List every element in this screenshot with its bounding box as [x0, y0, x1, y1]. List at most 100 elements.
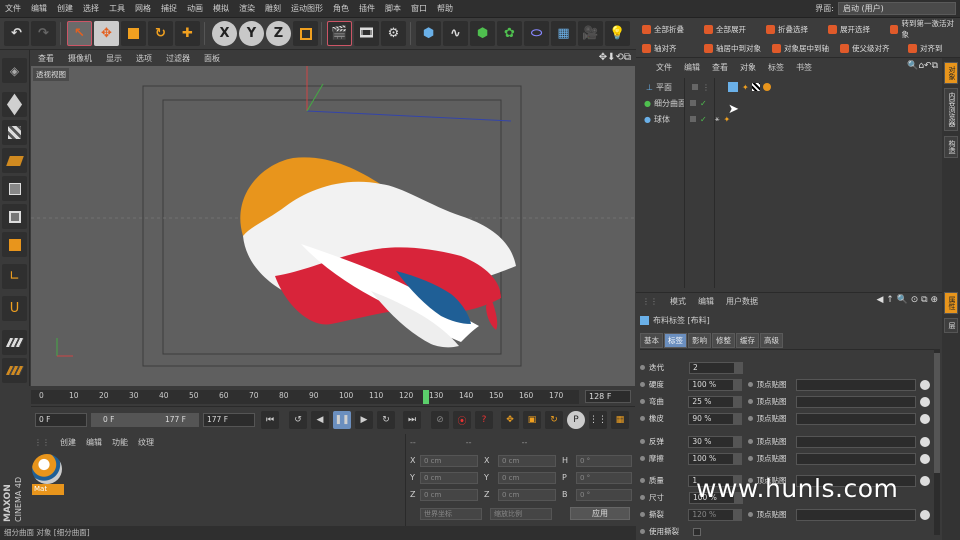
record-icon[interactable]: ⦿	[453, 411, 471, 429]
menu-simulate[interactable]: 模拟	[208, 3, 234, 14]
motion-clip-icon[interactable]: ▦	[611, 411, 629, 429]
cloner-icon[interactable]: ✿	[497, 21, 522, 46]
collapse-selected-button[interactable]: 折叠选择	[764, 21, 810, 37]
use-tear-checkbox[interactable]	[693, 527, 701, 536]
map-clear-icon[interactable]	[920, 413, 930, 424]
map-clear-icon[interactable]	[920, 379, 930, 390]
attr-nav-icons[interactable]: ◀ ↑ 🔍 ⊙ ⧉ ⊕	[877, 295, 938, 305]
spinner[interactable]	[733, 395, 742, 408]
material-swatch[interactable]: Mat	[32, 454, 64, 500]
cloth-tag-icon[interactable]	[727, 82, 738, 92]
vertex-map-link[interactable]	[795, 435, 917, 448]
spinner[interactable]	[733, 412, 742, 425]
select-tool-icon[interactable]: ↖	[67, 21, 92, 46]
redo-icon[interactable]: ↷	[31, 21, 56, 46]
vertex-map-link[interactable]	[795, 452, 917, 465]
apply-button[interactable]: 应用	[570, 507, 630, 520]
map-clear-icon[interactable]	[920, 475, 930, 486]
snap-icon[interactable]: U	[2, 296, 27, 321]
prev-keyframe-icon[interactable]: ↺	[289, 411, 307, 429]
cube-object-icon[interactable]: ⬢	[416, 21, 441, 46]
attr-scrollbar[interactable]	[934, 349, 940, 535]
anim-dot-icon[interactable]	[640, 416, 645, 421]
rubber-field[interactable]: 90 %	[688, 412, 734, 425]
key-scale-icon[interactable]: ▣	[523, 411, 541, 429]
record-disabled-icon[interactable]: ⊘	[431, 411, 449, 429]
anim-dot-icon[interactable]	[747, 456, 753, 461]
menu-file[interactable]: 文件	[0, 3, 26, 14]
layout-select[interactable]: 启动 (用户)	[838, 2, 956, 15]
render-view-icon[interactable]: 🎬	[327, 21, 352, 46]
spline-pen-icon[interactable]: ∿	[443, 21, 468, 46]
goto-first-active-button[interactable]: 转到第一激活对象	[888, 19, 960, 39]
map-clear-icon[interactable]	[920, 453, 930, 464]
subdivision-surface-icon[interactable]: ⬢	[470, 21, 495, 46]
vertex-map-link[interactable]	[795, 395, 917, 408]
auto-key-icon[interactable]: ?	[475, 411, 493, 429]
menu-mograph[interactable]: 运动图形	[286, 3, 328, 14]
coord-rot-h-field[interactable]: 0 °	[576, 454, 632, 467]
edges-mode-icon[interactable]	[2, 204, 27, 229]
flexion-field[interactable]: 25 %	[688, 395, 734, 408]
prev-frame-icon[interactable]: ◀	[311, 411, 329, 429]
viewport-menu-filter[interactable]: 过滤器	[159, 53, 197, 64]
viewport-menu-options[interactable]: 选项	[129, 53, 159, 64]
expand-selected-button[interactable]: 展开选择	[826, 21, 872, 37]
menu-mesh[interactable]: 网格	[130, 3, 156, 14]
material-menu-texture[interactable]: 纹理	[138, 437, 154, 448]
iterations-field[interactable]: 2	[689, 361, 735, 374]
map-clear-icon[interactable]	[920, 436, 930, 447]
coord-pos-z-field[interactable]: 0 cm	[420, 488, 478, 501]
anim-dot-icon[interactable]	[640, 439, 645, 444]
anim-dot-icon[interactable]	[747, 416, 753, 421]
enabled-check-icon[interactable]: ✓	[700, 99, 707, 108]
quantize-icon[interactable]	[2, 358, 27, 383]
vertex-map-link[interactable]	[795, 508, 917, 521]
anim-dot-icon[interactable]	[640, 365, 645, 370]
material-tag-icon[interactable]	[762, 83, 771, 91]
obj-menu-view[interactable]: 查看	[706, 62, 734, 73]
material-menu-function[interactable]: 功能	[112, 437, 128, 448]
model-mode-icon[interactable]	[2, 92, 27, 117]
obj-menu-file[interactable]: 文件	[650, 62, 678, 73]
attr-tab-advanced[interactable]: 高级	[760, 333, 783, 348]
tear-field[interactable]: 120 %	[688, 508, 734, 521]
parent-align-button[interactable]: 使父级对齐	[838, 40, 892, 56]
menu-select[interactable]: 选择	[78, 3, 104, 14]
workplane-icon[interactable]	[2, 330, 27, 355]
object-row-subdivision[interactable]: ● 细分曲面 ✓	[640, 96, 940, 110]
tab-layers[interactable]: 层	[944, 318, 958, 333]
viewport-nav-icons[interactable]: ✥⬇⟲⧉	[599, 52, 631, 63]
scale-tool-icon[interactable]	[121, 21, 146, 46]
tab-objects[interactable]: 对象	[944, 62, 958, 84]
points-mode-icon[interactable]	[2, 176, 27, 201]
floor-icon[interactable]: ▦	[551, 21, 576, 46]
pause-icon[interactable]: ❚❚	[333, 411, 351, 429]
vertex-map-link[interactable]	[795, 412, 917, 425]
light-icon[interactable]: 💡	[605, 21, 630, 46]
anim-dot-icon[interactable]	[640, 529, 645, 534]
workplane-mode-icon[interactable]	[2, 148, 27, 173]
attr-menu-mode[interactable]: 模式	[670, 296, 686, 307]
menu-create[interactable]: 创建	[52, 3, 78, 14]
spinner[interactable]	[733, 452, 742, 465]
goto-end-icon[interactable]: ⏭	[403, 411, 421, 429]
menu-animate[interactable]: 动画	[182, 3, 208, 14]
anim-dot-icon[interactable]	[747, 512, 753, 517]
key-param-icon[interactable]: P	[567, 411, 585, 429]
tab-attributes[interactable]: 属性	[944, 292, 958, 314]
attr-tab-tag[interactable]: 标签	[664, 333, 687, 348]
collapse-all-button[interactable]: 全部折叠	[640, 21, 686, 37]
material-menu-create[interactable]: 创建	[60, 437, 76, 448]
coord-rot-b-field[interactable]: 0 °	[576, 488, 632, 501]
menu-plugins[interactable]: 插件	[354, 3, 380, 14]
map-clear-icon[interactable]	[920, 509, 930, 520]
viewport-menu-panel[interactable]: 面板	[197, 53, 227, 64]
object-center-button[interactable]: 对象居中到轴	[770, 40, 831, 56]
y-axis-icon[interactable]: Y	[239, 21, 264, 46]
axis-align-button[interactable]: 轴对齐	[640, 40, 679, 56]
spinner[interactable]	[733, 435, 742, 448]
texture-tag-icon[interactable]	[751, 83, 760, 91]
coord-mode-select[interactable]: 世界坐标	[420, 507, 482, 520]
bounce-field[interactable]: 30 %	[688, 435, 734, 448]
